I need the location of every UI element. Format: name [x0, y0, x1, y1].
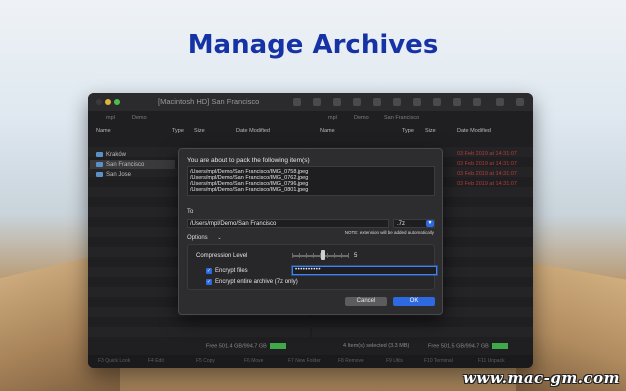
toolbar-copy-icon[interactable]	[496, 98, 504, 106]
left-col-type[interactable]: Type	[172, 128, 184, 134]
destination-field[interactable]: /Users/mpl/Demo/San Francisco	[187, 219, 389, 228]
fkey-quick-look[interactable]: F3 Quick Look	[98, 358, 130, 364]
format-value: .7z	[397, 221, 406, 227]
extension-note: NOTE: extension will be added automatica…	[344, 230, 434, 235]
left-status-bar: Free 501.4 GB/994.7 GB	[206, 343, 286, 353]
window-titlebar: [Macintosh HD] San Francisco	[88, 93, 533, 111]
slider-tick	[348, 253, 349, 258]
right-free-space: Free 501.5 GB/994.7 GB	[428, 343, 489, 350]
options-disclosure[interactable]: Options ⌄	[187, 235, 222, 241]
left-col-name[interactable]: Name	[96, 128, 111, 134]
fkey-move[interactable]: F6 Move	[244, 358, 263, 364]
right-breadcrumb-subfolder[interactable]: San Francisco	[384, 115, 419, 121]
right-free-space-bar	[491, 343, 508, 349]
folder-icon	[96, 162, 103, 167]
toolbar-eye-icon[interactable]	[333, 98, 341, 106]
fkey-remove[interactable]: F8 Remove	[338, 358, 364, 364]
zoom-window-icon[interactable]	[114, 99, 120, 105]
right-row-date[interactable]: 03 Feb 2019 at 14:31:07	[457, 161, 517, 167]
function-key-bar: F3 Quick Look F4 Edit F5 Copy F6 Move F7…	[88, 355, 533, 368]
left-breadcrumb: mpl Demo	[96, 112, 306, 124]
toolbar-settings-icon[interactable]	[453, 98, 461, 106]
encrypt-archive-label: Encrypt entire archive (7z only)	[215, 279, 298, 285]
toolbar-info-icon[interactable]	[516, 98, 524, 106]
dialog-heading: You are about to pack the following item…	[187, 157, 310, 164]
ok-button[interactable]: OK	[393, 297, 435, 306]
left-col-size[interactable]: Size	[194, 128, 205, 134]
right-col-name[interactable]: Name	[320, 128, 335, 134]
slider-thumb[interactable]	[321, 250, 326, 260]
fkey-new-folder[interactable]: F7 New Folder	[288, 358, 321, 364]
right-row-date[interactable]: 03 Feb 2019 at 14:31:07	[457, 181, 517, 187]
fkey-copy[interactable]: F5 Copy	[196, 358, 215, 364]
left-list-item-krakow[interactable]: Kraków	[96, 150, 126, 159]
slider-tick	[334, 253, 335, 258]
right-status-bar: Free 501.5 GB/994.7 GB	[428, 343, 508, 353]
close-window-icon[interactable]	[96, 99, 102, 105]
right-breadcrumb-folder[interactable]: Demo	[354, 115, 369, 121]
list-item-label: San Jose	[106, 171, 132, 178]
slider-tick	[299, 253, 300, 258]
right-row-date[interactable]: 03 Feb 2019 at 14:31:07	[457, 151, 517, 157]
toolbar-share-icon[interactable]	[473, 98, 481, 106]
right-col-size[interactable]: Size	[425, 128, 436, 134]
toolbar-disk-icon[interactable]	[373, 98, 381, 106]
left-col-date[interactable]: Date Modified	[236, 128, 270, 134]
toolbar-folder-icon[interactable]	[353, 98, 361, 106]
window-title: [Macintosh HD] San Francisco	[158, 97, 260, 106]
toolbar-network-icon[interactable]	[393, 98, 401, 106]
to-label: To	[187, 209, 194, 215]
right-breadcrumb: mpl Demo San Francisco	[318, 112, 528, 124]
left-list-item-san-francisco[interactable]: San Francisco	[90, 160, 175, 169]
right-breadcrumb-root[interactable]: mpl	[328, 115, 337, 121]
left-free-space-bar	[269, 343, 286, 349]
right-col-type[interactable]: Type	[402, 128, 414, 134]
slider-tick	[313, 253, 314, 258]
pack-dialog: You are about to pack the following item…	[178, 148, 443, 315]
list-item: /Users/mpl/Demo/San Francisco/IMG_0801.j…	[190, 187, 309, 193]
chevron-down-icon: ⌄	[217, 235, 222, 241]
right-col-date[interactable]: Date Modified	[457, 128, 491, 134]
slider-tick	[306, 253, 307, 258]
watermark: www.mac-gm.com	[463, 369, 620, 387]
slider-tick	[327, 253, 328, 258]
folder-icon	[96, 152, 103, 157]
fkey-utils[interactable]: F9 Utils	[386, 358, 403, 364]
fkey-edit[interactable]: F4 Edit	[148, 358, 164, 364]
password-field[interactable]: ••••••••••	[292, 266, 437, 275]
folder-icon	[96, 172, 103, 177]
chevron-down-icon: ▼	[426, 220, 434, 227]
compression-value: 5	[354, 253, 358, 259]
left-list-item-san-jose[interactable]: San Jose	[96, 170, 131, 179]
page-headline: Manage Archives	[187, 30, 439, 60]
fkey-terminal[interactable]: F10 Terminal	[424, 358, 453, 364]
left-column-header: Name Type Size Date Modified	[88, 126, 310, 136]
toolbar-archive-icon[interactable]	[433, 98, 441, 106]
right-column-header: Name Type Size Date Modified	[312, 126, 533, 136]
toolbar-filter-icon[interactable]	[413, 98, 421, 106]
format-select[interactable]: .7z ▼	[393, 219, 435, 228]
right-selection-status: 4 Item(s) selected (3.3 MB)	[343, 343, 410, 349]
pack-items-list[interactable]: /Users/mpl/Demo/San Francisco/IMG_0758.j…	[187, 166, 435, 196]
toolbar-display-icon[interactable]	[293, 98, 301, 106]
toolbar-home-icon[interactable]	[313, 98, 321, 106]
fkey-unpack[interactable]: F11 Unpack	[478, 358, 505, 364]
minimize-window-icon[interactable]	[105, 99, 111, 105]
right-row-date[interactable]: 03 Feb 2019 at 14:31:07	[457, 171, 517, 177]
encrypt-files-label: Encrypt files	[215, 268, 248, 274]
list-item-label: San Francisco	[106, 161, 145, 168]
left-breadcrumb-root[interactable]: mpl	[106, 115, 115, 121]
encrypt-files-checkbox[interactable]: ✓	[206, 268, 212, 274]
encrypt-archive-checkbox[interactable]: ✓	[206, 279, 212, 285]
cancel-button[interactable]: Cancel	[345, 297, 387, 306]
compression-label: Compression Level	[196, 253, 248, 259]
left-free-space: Free 501.4 GB/994.7 GB	[206, 343, 267, 350]
options-label: Options	[187, 235, 208, 241]
options-group: Compression Level 5 ✓ Encrypt files ••••…	[187, 244, 437, 290]
left-breadcrumb-folder[interactable]: Demo	[132, 115, 147, 121]
slider-tick	[292, 253, 293, 258]
slider-tick	[341, 253, 342, 258]
list-item-label: Kraków	[106, 151, 127, 158]
